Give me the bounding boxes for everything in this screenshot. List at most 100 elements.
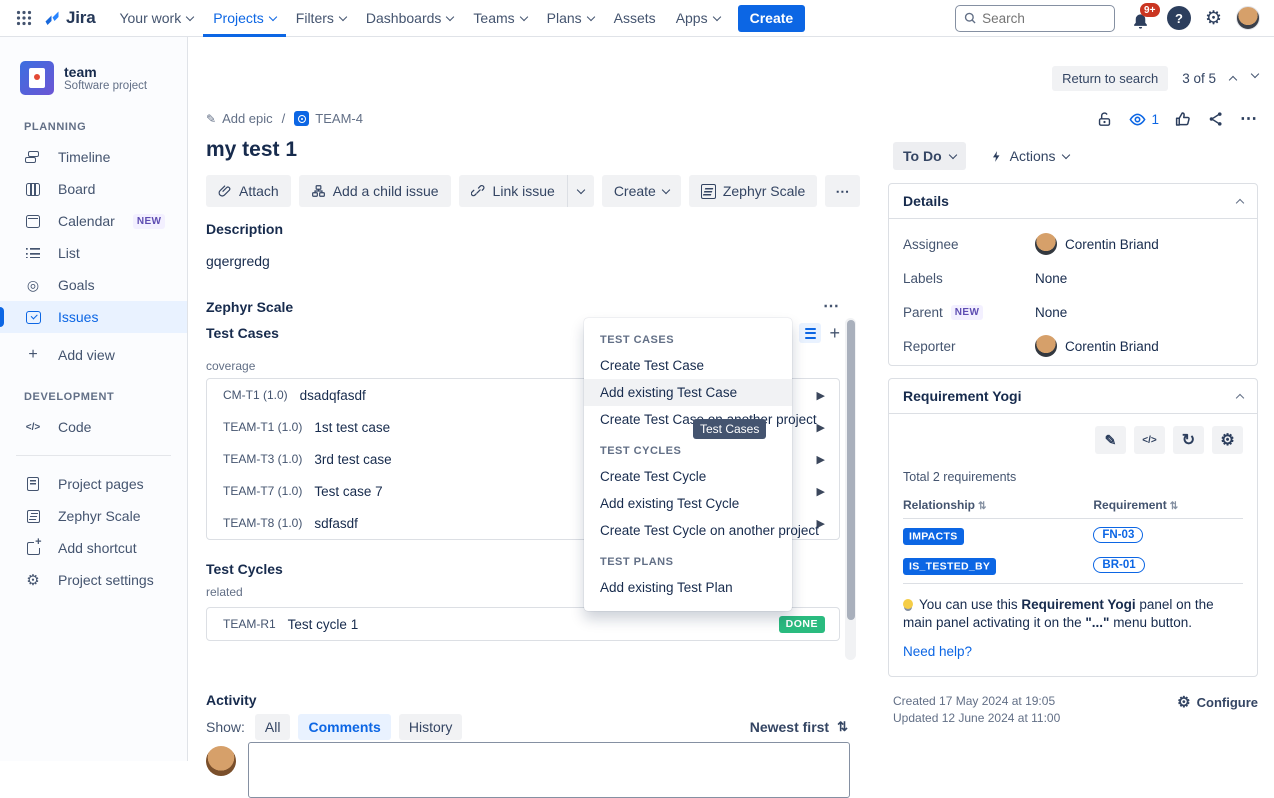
nav-apps[interactable]: Apps <box>666 0 730 37</box>
link-issue-more-button[interactable] <box>568 175 594 207</box>
lock-icon[interactable] <box>1096 111 1113 128</box>
return-to-search-button[interactable]: Return to search <box>1052 66 1168 91</box>
play-icon[interactable]: ▶ <box>817 389 825 402</box>
test-case-key[interactable]: TEAM-T7 (1.0) <box>223 484 302 498</box>
test-case-name[interactable]: 3rd test case <box>314 452 391 467</box>
test-case-key[interactable]: TEAM-T8 (1.0) <box>223 516 302 530</box>
user-avatar[interactable] <box>1236 6 1260 30</box>
menu-item-add-existing-test-plan[interactable]: Add existing Test Plan <box>584 574 792 601</box>
sidebar-item-list[interactable]: List <box>0 237 187 269</box>
test-case-name[interactable]: 1st test case <box>314 420 390 435</box>
sidebar-item-issues[interactable]: Issues <box>0 301 187 333</box>
project-header[interactable]: team Software project <box>0 37 187 109</box>
issue-title[interactable]: my test 1 <box>206 138 297 162</box>
filter-all-button[interactable]: All <box>255 714 291 740</box>
notifications-button[interactable]: 9+ <box>1129 5 1153 31</box>
sidebar-item-project-settings[interactable]: ⚙ Project settings <box>0 564 187 596</box>
scrollbar-thumb[interactable] <box>847 320 855 620</box>
issue-key-link[interactable]: TEAM-4 <box>294 111 363 126</box>
play-icon[interactable]: ▶ <box>817 421 825 434</box>
requirement-link[interactable]: FN-03 <box>1093 527 1143 543</box>
status-dropdown[interactable]: To Do <box>893 142 966 170</box>
test-cycle-name[interactable]: Test cycle 1 <box>288 617 359 632</box>
sidebar-item-goals[interactable]: ◎ Goals <box>0 269 187 301</box>
jira-logo[interactable]: Jira <box>42 8 95 28</box>
watch-button[interactable]: 1 <box>1128 110 1159 129</box>
play-icon[interactable]: ▶ <box>817 485 825 498</box>
gear-icon[interactable]: ⚙ <box>1212 426 1243 454</box>
add-child-issue-button[interactable]: Add a child issue <box>299 175 451 207</box>
sidebar-item-calendar[interactable]: Calendar NEW <box>0 205 187 237</box>
filter-comments-button[interactable]: Comments <box>298 714 390 740</box>
test-case-name[interactable]: dsadqfasdf <box>300 388 366 403</box>
sidebar-item-timeline[interactable]: Timeline <box>0 141 187 173</box>
add-view-button[interactable]: + Add view <box>0 339 187 371</box>
menu-item-add-existing-test-cycle[interactable]: Add existing Test Cycle <box>584 490 792 517</box>
comment-input[interactable] <box>248 742 850 798</box>
zephyr-scale-button[interactable]: Zephyr Scale <box>689 175 817 207</box>
need-help-link[interactable]: Need help? <box>903 644 1243 659</box>
vote-thumbs-up-icon[interactable] <box>1174 110 1192 128</box>
zephyr-panel-scrollbar[interactable] <box>845 318 856 660</box>
reporter-value[interactable]: Corentin Briand <box>1035 335 1159 357</box>
settings-gear-icon[interactable]: ⚙ <box>1205 9 1222 28</box>
sidebar-item-add-shortcut[interactable]: Add shortcut <box>0 532 187 564</box>
labels-value[interactable]: None <box>1035 271 1067 286</box>
test-case-key[interactable]: TEAM-T1 (1.0) <box>223 420 302 434</box>
more-actions-icon[interactable]: ⋯ <box>1240 109 1258 129</box>
next-issue-icon[interactable] <box>1251 70 1259 78</box>
test-cases-menu-button[interactable] <box>799 323 821 343</box>
sort-order-button[interactable]: Newest first ⇅ <box>750 719 848 735</box>
requirement-yogi-header[interactable]: Requirement Yogi <box>889 379 1257 414</box>
previous-issue-icon[interactable] <box>1229 76 1237 84</box>
menu-item-create-test-case[interactable]: Create Test Case <box>584 352 792 379</box>
add-epic-link[interactable]: ✎ Add epic <box>206 111 273 126</box>
test-cases-add-button[interactable]: + <box>829 324 840 342</box>
zephyr-more-button[interactable]: ⋯ <box>823 299 840 315</box>
test-case-key[interactable]: CM-T1 (1.0) <box>223 388 288 402</box>
sidebar-item-zephyr-scale[interactable]: Zephyr Scale <box>0 500 187 532</box>
configure-button[interactable]: ⚙ Configure <box>1177 693 1258 711</box>
attach-button[interactable]: Attach <box>206 175 291 207</box>
filter-history-button[interactable]: History <box>399 714 463 740</box>
nav-your-work[interactable]: Your work <box>109 0 203 37</box>
description-body[interactable]: gqergredg <box>206 253 283 269</box>
requirement-link[interactable]: BR-01 <box>1093 557 1144 573</box>
test-case-name[interactable]: Test case 7 <box>314 484 382 499</box>
create-button[interactable]: Create <box>738 5 806 32</box>
sidebar-item-project-pages[interactable]: Project pages <box>0 468 187 500</box>
sync-icon[interactable]: ↻ <box>1173 426 1204 454</box>
edit-pencil-icon[interactable]: ✎ <box>1095 426 1126 454</box>
share-icon[interactable] <box>1207 110 1225 128</box>
details-panel-header[interactable]: Details <box>889 184 1257 219</box>
nav-dashboards[interactable]: Dashboards <box>356 0 464 37</box>
help-button[interactable]: ? <box>1167 6 1191 30</box>
toolbar-more-button[interactable]: ⋯ <box>825 175 860 207</box>
column-requirement[interactable]: Requirement⇅ <box>1093 494 1243 519</box>
sidebar-item-board[interactable]: Board <box>0 173 187 205</box>
app-switcher-icon[interactable] <box>10 4 38 32</box>
create-dropdown-button[interactable]: Create <box>602 175 681 207</box>
parent-value[interactable]: None <box>1035 305 1067 320</box>
test-cycle-key[interactable]: TEAM-R1 <box>223 617 276 631</box>
nav-teams[interactable]: Teams <box>463 0 536 37</box>
menu-item-create-test-cycle[interactable]: Create Test Cycle <box>584 463 792 490</box>
play-icon[interactable]: ▶ <box>817 453 825 466</box>
sidebar-item-code[interactable]: </> Code <box>0 411 187 443</box>
test-cycle-row[interactable]: TEAM-R1 Test cycle 1 DONE <box>206 607 840 641</box>
code-icon[interactable]: </> <box>1134 426 1165 454</box>
search-input[interactable] <box>982 11 1106 26</box>
menu-item-create-test-cycle-other-project[interactable]: Create Test Cycle on another project <box>584 517 792 544</box>
assignee-value[interactable]: Corentin Briand <box>1035 233 1159 255</box>
test-case-key[interactable]: TEAM-T3 (1.0) <box>223 452 302 466</box>
nav-plans[interactable]: Plans <box>537 0 604 37</box>
link-issue-button[interactable]: Link issue <box>459 175 568 207</box>
actions-dropdown[interactable]: Actions <box>990 148 1069 164</box>
test-case-name[interactable]: sdfasdf <box>314 516 358 531</box>
menu-item-add-existing-test-case[interactable]: Add existing Test Case <box>584 379 792 406</box>
global-search[interactable] <box>955 5 1115 32</box>
column-relationship[interactable]: Relationship⇅ <box>903 494 1093 519</box>
nav-assets[interactable]: Assets <box>604 0 666 37</box>
nav-projects[interactable]: Projects <box>203 0 286 37</box>
nav-filters[interactable]: Filters <box>286 0 356 37</box>
